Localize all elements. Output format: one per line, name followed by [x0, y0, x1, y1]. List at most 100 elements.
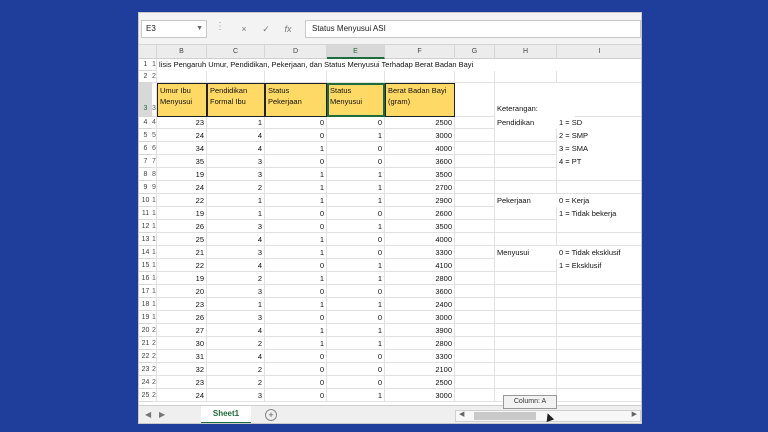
row-header[interactable]: 21	[139, 337, 152, 350]
empty-cell[interactable]	[557, 168, 641, 181]
sheet-title[interactable]: lisis Pengaruh Umur, Pendidikan, Pekerja…	[157, 59, 637, 71]
cell-umur[interactable]: 22	[157, 194, 207, 207]
legend-pendidikan-item[interactable]: 2 = SMP	[557, 129, 641, 142]
confirm-icon[interactable]: ✓	[257, 20, 275, 38]
empty-cell[interactable]	[455, 363, 495, 376]
cell-berat[interactable]: 2700	[385, 181, 455, 194]
column-header-e[interactable]: E	[327, 45, 385, 59]
cell-pendidikan[interactable]: 2	[207, 337, 265, 350]
empty-cell[interactable]	[455, 272, 495, 285]
cell-umur[interactable]: 24	[157, 389, 207, 402]
row-header[interactable]: 13	[139, 233, 152, 246]
cell-menyusui[interactable]: 0	[327, 350, 385, 363]
cell-umur[interactable]: 26	[157, 311, 207, 324]
empty-cell[interactable]	[495, 207, 557, 220]
row-header[interactable]: 8	[139, 168, 152, 181]
cell-pekerjaan[interactable]: 0	[265, 155, 327, 168]
name-box[interactable]: E3 ▼	[141, 20, 207, 38]
empty-cell[interactable]	[495, 350, 557, 363]
tab-next-icon[interactable]: ▶	[159, 410, 165, 419]
cell-pendidikan[interactable]: 2	[207, 272, 265, 285]
cell-pendidikan[interactable]: 1	[207, 298, 265, 311]
empty-cell[interactable]	[557, 298, 641, 311]
row-header[interactable]: 9	[139, 181, 152, 194]
cell-umur[interactable]: 25	[157, 233, 207, 246]
cell-berat[interactable]: 3000	[385, 129, 455, 142]
column-header-d[interactable]: D	[265, 45, 327, 59]
cell-umur[interactable]: 19	[157, 272, 207, 285]
cell-pendidikan[interactable]: 2	[207, 376, 265, 389]
cell-umur[interactable]: 23	[157, 298, 207, 311]
cell-menyusui[interactable]: 1	[327, 168, 385, 181]
cell-umur[interactable]: 23	[157, 117, 207, 129]
empty-cell[interactable]	[495, 129, 557, 142]
cell-berat[interactable]: 3300	[385, 350, 455, 363]
cell-pekerjaan[interactable]: 1	[265, 298, 327, 311]
empty-cell[interactable]	[557, 285, 641, 298]
empty-cell[interactable]	[557, 324, 641, 337]
cell-berat[interactable]: 2600	[385, 207, 455, 220]
cell-menyusui[interactable]: 1	[327, 259, 385, 272]
row-header[interactable]: 22	[139, 350, 152, 363]
row-header[interactable]: 16	[139, 272, 152, 285]
empty-cell[interactable]	[495, 298, 557, 311]
chevron-down-icon[interactable]: ▼	[196, 21, 203, 37]
empty-cell[interactable]	[557, 71, 641, 83]
empty-cell[interactable]	[455, 311, 495, 324]
cell-menyusui[interactable]: 0	[327, 233, 385, 246]
cell-pekerjaan[interactable]: 1	[265, 337, 327, 350]
empty-cell[interactable]	[455, 207, 495, 220]
row-header[interactable]: 25	[139, 389, 152, 402]
header-cell-d[interactable]: Status Pekerjaan	[265, 83, 327, 117]
legend-pendidikan-item[interactable]: 1 = SD	[557, 117, 641, 129]
row-header[interactable]: 23	[139, 363, 152, 376]
empty-cell[interactable]	[495, 220, 557, 233]
cell-menyusui[interactable]: 1	[327, 389, 385, 402]
empty-cell[interactable]	[557, 233, 641, 246]
empty-cell[interactable]	[455, 389, 495, 402]
cell-pekerjaan[interactable]: 0	[265, 259, 327, 272]
row-header[interactable]: 11	[139, 207, 152, 220]
legend-pekerjaan-item[interactable]: 1 = Tidak bekerja	[557, 207, 641, 220]
cell-pekerjaan[interactable]: 1	[265, 194, 327, 207]
row-header[interactable]: 17	[139, 285, 152, 298]
empty-cell[interactable]	[495, 324, 557, 337]
cell-berat[interactable]: 2800	[385, 337, 455, 350]
empty-cell[interactable]	[495, 311, 557, 324]
cell-menyusui[interactable]: 0	[327, 117, 385, 129]
empty-cell[interactable]	[265, 71, 327, 83]
row-header[interactable]: 7	[139, 155, 152, 168]
cell-menyusui[interactable]: 0	[327, 285, 385, 298]
row-header[interactable]: 6	[139, 142, 152, 155]
empty-cell[interactable]	[495, 142, 557, 155]
empty-cell[interactable]	[557, 350, 641, 363]
row-header[interactable]: 15	[139, 259, 152, 272]
cell-menyusui[interactable]: 1	[327, 220, 385, 233]
cell-pendidikan[interactable]: 4	[207, 233, 265, 246]
cell-pekerjaan[interactable]: 1	[265, 181, 327, 194]
header-cell-c[interactable]: Pendidikan Formal Ibu	[207, 83, 265, 117]
empty-cell[interactable]	[455, 298, 495, 311]
header-cell-e[interactable]: Status Menyusui	[327, 83, 385, 117]
cell-pekerjaan[interactable]: 1	[265, 272, 327, 285]
cell-umur[interactable]: 23	[157, 376, 207, 389]
empty-cell[interactable]	[495, 376, 557, 389]
cell-berat[interactable]: 2500	[385, 117, 455, 129]
legend-pendidikan-item[interactable]: 3 = SMA	[557, 142, 641, 155]
cell-pekerjaan[interactable]: 0	[265, 363, 327, 376]
empty-cell[interactable]	[455, 220, 495, 233]
row-header[interactable]: 20	[139, 324, 152, 337]
row-header[interactable]: 18	[139, 298, 152, 311]
empty-cell[interactable]	[455, 142, 495, 155]
cell-umur[interactable]: 34	[157, 142, 207, 155]
cell-pendidikan[interactable]: 3	[207, 285, 265, 298]
empty-cell[interactable]	[557, 376, 641, 389]
column-header-g[interactable]: G	[455, 45, 495, 59]
empty-cell[interactable]	[327, 71, 385, 83]
cell-pendidikan[interactable]: 4	[207, 259, 265, 272]
empty-cell[interactable]	[495, 71, 557, 83]
cell-pendidikan[interactable]: 4	[207, 324, 265, 337]
cell-berat[interactable]: 3600	[385, 155, 455, 168]
empty-cell[interactable]	[455, 129, 495, 142]
cell-pendidikan[interactable]: 3	[207, 389, 265, 402]
